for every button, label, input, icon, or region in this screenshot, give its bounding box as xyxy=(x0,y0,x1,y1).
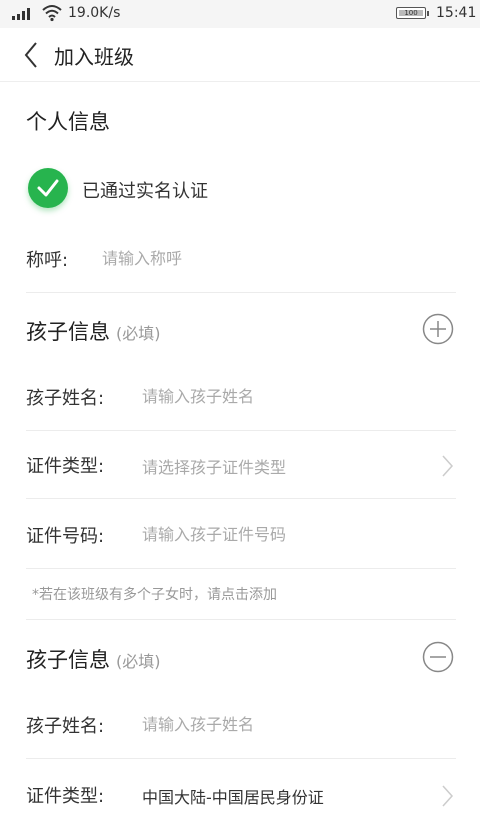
child-1-name-row: 孩子姓名: xyxy=(26,364,456,431)
back-button[interactable] xyxy=(20,40,48,70)
child-1-name-input[interactable] xyxy=(142,382,442,410)
child-2-id-type-row[interactable]: 证件类型: 中国大陆-中国居民身份证 xyxy=(26,762,456,828)
child-2-name-row: 孩子姓名: xyxy=(26,692,456,759)
child-1-id-type-row[interactable]: 证件类型: 请选择孩子证件类型 xyxy=(26,432,456,499)
child-1-id-number-label: 证件号码: xyxy=(26,526,105,547)
signal-icon xyxy=(12,8,30,20)
status-time: 15:41 xyxy=(436,5,477,21)
chevron-right-icon xyxy=(442,785,454,807)
personal-info-title: 个人信息 xyxy=(26,110,110,134)
child-2-name-label: 孩子姓名: xyxy=(26,716,105,737)
salutation-input[interactable] xyxy=(102,244,442,272)
wifi-icon xyxy=(42,5,62,22)
multi-child-hint: *若在该班级有多个子女时，请点击添加 xyxy=(32,587,277,603)
child-info-title-text-2: 孩子信息 xyxy=(26,648,110,672)
child-2-name-input[interactable] xyxy=(142,710,442,738)
battery-icon: 100 xyxy=(396,7,429,19)
divider xyxy=(26,619,456,620)
add-child-button[interactable] xyxy=(422,313,454,345)
child-1-id-type-label: 证件类型: xyxy=(26,456,105,477)
chevron-right-icon xyxy=(442,455,454,477)
page-title: 加入班级 xyxy=(54,45,134,69)
verified-text: 已通过实名认证 xyxy=(82,181,208,202)
app-header: 加入班级 xyxy=(0,28,480,82)
required-note-1: (必填) xyxy=(116,324,161,343)
plus-circle-icon xyxy=(422,313,454,345)
child-2-id-type-value: 中国大陆-中国居民身份证 xyxy=(142,788,324,807)
child-info-title-text-1: 孩子信息 xyxy=(26,320,110,344)
check-circle-icon xyxy=(28,168,68,208)
salutation-row: 称呼: xyxy=(26,226,456,293)
chevron-left-icon xyxy=(24,42,37,68)
child-info-title-1: 孩子信息 (必填) xyxy=(26,316,161,346)
remove-child-button[interactable] xyxy=(422,641,454,673)
salutation-label: 称呼: xyxy=(26,250,69,271)
child-1-name-label: 孩子姓名: xyxy=(26,388,105,409)
status-bar: 19.0K/s 100 15:41 xyxy=(0,0,480,28)
required-note-2: (必填) xyxy=(116,652,161,671)
battery-level: 100 xyxy=(399,10,423,17)
child-2-id-type-label: 证件类型: xyxy=(26,786,105,807)
minus-circle-icon xyxy=(422,641,454,673)
child-1-id-number-row: 证件号码: xyxy=(26,502,456,569)
network-speed: 19.0K/s xyxy=(68,5,121,21)
child-1-id-number-input[interactable] xyxy=(142,520,442,548)
child-info-title-2: 孩子信息 (必填) xyxy=(26,644,161,674)
child-1-id-type-placeholder: 请选择孩子证件类型 xyxy=(142,458,287,477)
